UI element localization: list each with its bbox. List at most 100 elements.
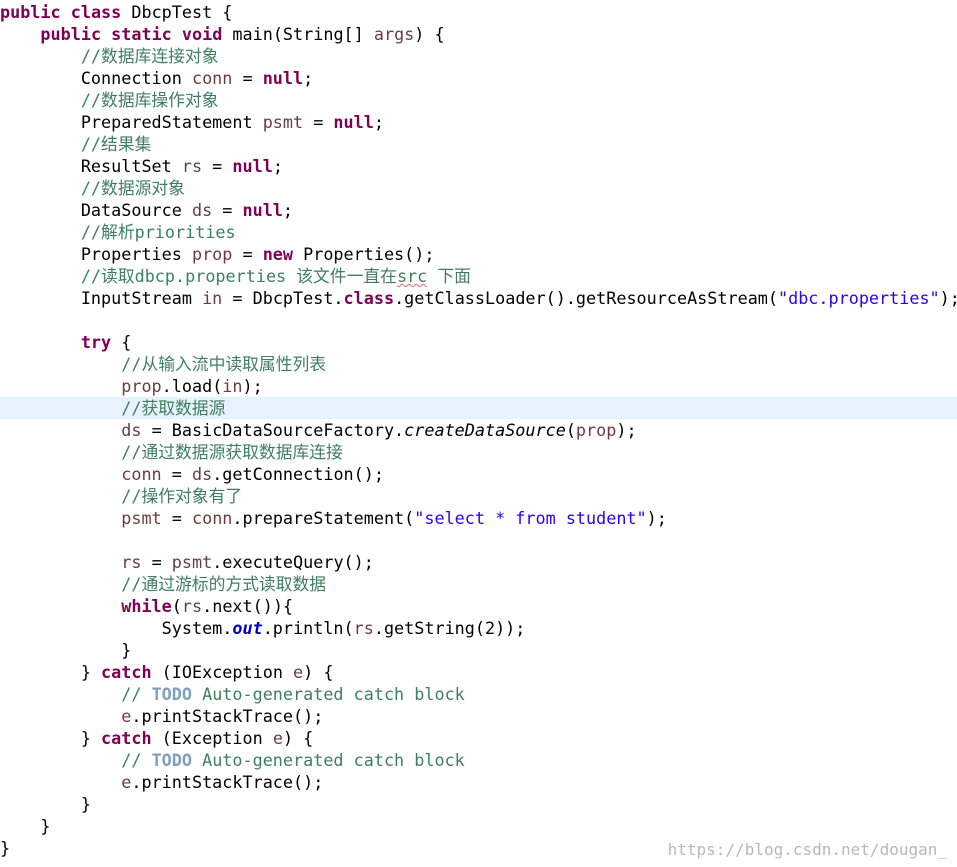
code-line[interactable]: //从输入流中读取属性列表: [0, 353, 957, 375]
code-line[interactable]: //解析priorities: [0, 221, 957, 243]
code-token: //数据库操作对象: [80, 90, 219, 110]
code-line[interactable]: System.out.println(rs.getString(2));: [0, 617, 957, 639]
code-token: ) {: [303, 662, 334, 682]
code-token: Properties();: [293, 244, 435, 264]
code-token: //结果集: [80, 134, 152, 154]
code-token: =: [161, 508, 192, 528]
code-line[interactable]: conn = ds.getConnection();: [0, 463, 957, 485]
code-token: psmt: [262, 112, 304, 132]
code-token: //读取dbcp.properties 该文件一直在: [80, 266, 397, 286]
code-token: }: [0, 728, 102, 748]
code-token: ds: [191, 200, 213, 220]
code-token: //解析priorities: [80, 222, 236, 242]
code-line[interactable]: try {: [0, 331, 957, 353]
code-line[interactable]: [0, 529, 957, 551]
code-line[interactable]: prop.load(in);: [0, 375, 957, 397]
code-token: ;: [272, 156, 283, 176]
code-line[interactable]: //通过游标的方式读取数据: [0, 573, 957, 595]
code-line[interactable]: //获取数据源: [0, 397, 957, 419]
code-token: class: [70, 2, 122, 22]
code-token: ;: [282, 200, 294, 220]
code-token: //数据库连接对象: [80, 46, 219, 66]
code-line[interactable]: }: [0, 639, 957, 661]
code-line[interactable]: //数据源对象: [0, 177, 957, 199]
code-line[interactable]: //数据库连接对象: [0, 45, 957, 67]
code-line[interactable]: //数据库操作对象: [0, 89, 957, 111]
code-token: main(String[]: [222, 24, 374, 44]
code-line[interactable]: public static void main(String[] args) {: [0, 23, 957, 45]
code-token: (: [565, 420, 576, 440]
code-token: =: [212, 200, 243, 220]
code-line[interactable]: [0, 309, 957, 331]
code-token: ds: [191, 464, 213, 484]
code-line[interactable]: Connection conn = null;: [0, 67, 957, 89]
code-token: );: [646, 508, 667, 528]
code-token: ;: [303, 68, 314, 88]
code-token: }: [0, 794, 91, 814]
code-line[interactable]: rs = psmt.executeQuery();: [0, 551, 957, 573]
code-token: .getString(2));: [373, 618, 526, 638]
code-line[interactable]: psmt = conn.prepareStatement("select * f…: [0, 507, 957, 529]
code-token: }: [0, 640, 132, 660]
code-token: in: [202, 288, 223, 308]
code-line[interactable]: ds = BasicDataSourceFactory.createDataSo…: [0, 419, 957, 441]
code-line[interactable]: }: [0, 815, 957, 837]
code-token: Auto-generated catch block: [191, 750, 465, 770]
code-token: null: [242, 200, 283, 220]
code-token: TODO: [151, 750, 192, 770]
code-editor[interactable]: public class DbcpTest { public static vo…: [0, 0, 957, 867]
code-token: ) {: [414, 24, 445, 44]
code-token: (IOException: [151, 662, 294, 682]
code-line[interactable]: } catch (Exception e) {: [0, 727, 957, 749]
code-token: System.: [0, 618, 233, 638]
code-line[interactable]: }: [0, 793, 957, 815]
code-token: DbcpTest {: [121, 2, 233, 22]
code-token: );: [939, 288, 957, 308]
code-token: Connection: [0, 68, 192, 88]
code-token: conn: [191, 68, 233, 88]
code-token: Auto-generated catch block: [191, 684, 465, 704]
code-line[interactable]: //结果集: [0, 133, 957, 155]
code-token: conn: [191, 508, 233, 528]
code-line[interactable]: // TODO Auto-generated catch block: [0, 683, 957, 705]
code-token: catch: [101, 728, 152, 748]
code-token: =: [161, 464, 192, 484]
code-line[interactable]: ResultSet rs = null;: [0, 155, 957, 177]
code-line[interactable]: public class DbcpTest {: [0, 1, 957, 23]
code-token: e: [293, 662, 304, 682]
code-token: =: [232, 244, 263, 264]
code-token: }: [0, 838, 11, 858]
code-token: prop: [121, 376, 162, 396]
code-line[interactable]: InputStream in = DbcpTest.class.getClass…: [0, 287, 957, 309]
code-line[interactable]: while(rs.next()){: [0, 595, 957, 617]
code-token: class: [343, 288, 395, 308]
code-line[interactable]: e.printStackTrace();: [0, 705, 957, 727]
code-line[interactable]: DataSource ds = null;: [0, 199, 957, 221]
code-token: //: [121, 750, 152, 770]
code-token: //: [121, 684, 152, 704]
code-line[interactable]: PreparedStatement psmt = null;: [0, 111, 957, 133]
code-token: );: [616, 420, 637, 440]
code-line[interactable]: // TODO Auto-generated catch block: [0, 749, 957, 771]
code-line[interactable]: } catch (IOException e) {: [0, 661, 957, 683]
code-token: ds: [121, 420, 142, 440]
code-line[interactable]: //通过数据源获取数据库连接: [0, 441, 957, 463]
code-line[interactable]: //读取dbcp.properties 该文件一直在src 下面: [0, 265, 957, 287]
code-line[interactable]: Properties prop = new Properties();: [0, 243, 957, 265]
code-token: e: [121, 706, 132, 726]
code-line[interactable]: e.printStackTrace();: [0, 771, 957, 793]
code-token: .printStackTrace();: [131, 706, 324, 726]
code-line[interactable]: //操作对象有了: [0, 485, 957, 507]
